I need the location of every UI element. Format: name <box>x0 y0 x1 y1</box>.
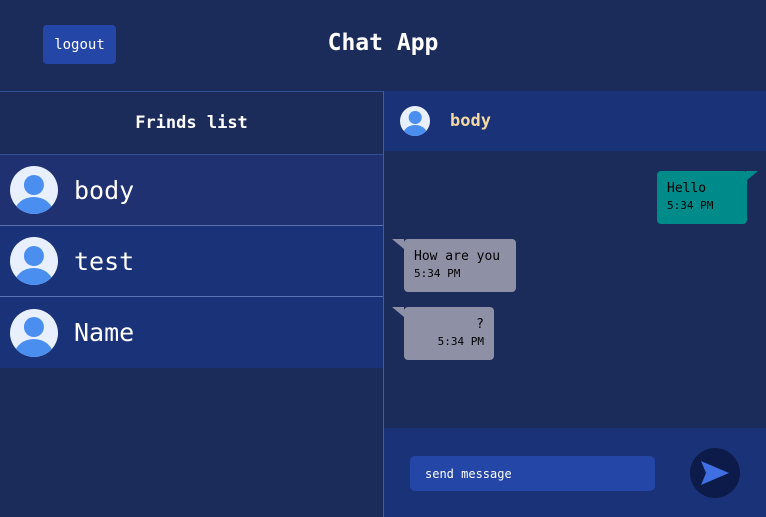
friend-name: test <box>74 246 135 276</box>
user-avatar-icon <box>10 237 58 285</box>
friends-panel: Frinds list body test Name <box>0 91 383 517</box>
message-text: How are you <box>414 249 501 264</box>
chat-contact-name: body <box>450 111 491 131</box>
message-tail <box>392 239 404 249</box>
message-bubble-sent: Hello 5:34 PM <box>657 171 747 224</box>
message-text: Hello <box>667 181 707 196</box>
app-header: logout Chat App <box>0 0 766 91</box>
friends-list-heading: Frinds list <box>0 92 383 155</box>
message-bubble-received: How are you 5:34 PM <box>404 239 516 292</box>
message-tail <box>392 307 404 317</box>
message-composer <box>384 428 766 517</box>
message-time: 5:34 PM <box>667 199 714 212</box>
send-button[interactable] <box>690 448 740 498</box>
user-avatar-icon <box>10 166 58 214</box>
message-bubble-received: ? 5:34 PM <box>404 307 494 360</box>
friend-item-test[interactable]: test <box>0 226 383 297</box>
friend-item-body[interactable]: body <box>0 155 383 226</box>
message-time: 5:34 PM <box>437 335 484 348</box>
message-input[interactable] <box>410 456 655 491</box>
user-avatar-icon <box>400 106 430 136</box>
message-text: ? <box>476 317 484 332</box>
chat-header: body <box>384 91 766 151</box>
friend-item-name[interactable]: Name <box>0 297 383 368</box>
chat-panel: body Hello 5:34 PM How are you 5:34 PM ?… <box>384 91 766 517</box>
app-title: Chat App <box>327 30 439 56</box>
friend-name: body <box>74 175 135 205</box>
message-time: 5:34 PM <box>414 267 461 280</box>
friend-name: Name <box>74 318 135 347</box>
send-arrow-icon <box>701 461 729 485</box>
user-avatar-icon <box>10 308 58 357</box>
message-list: Hello 5:34 PM How are you 5:34 PM ? 5:34… <box>384 151 766 428</box>
message-tail <box>746 171 758 181</box>
